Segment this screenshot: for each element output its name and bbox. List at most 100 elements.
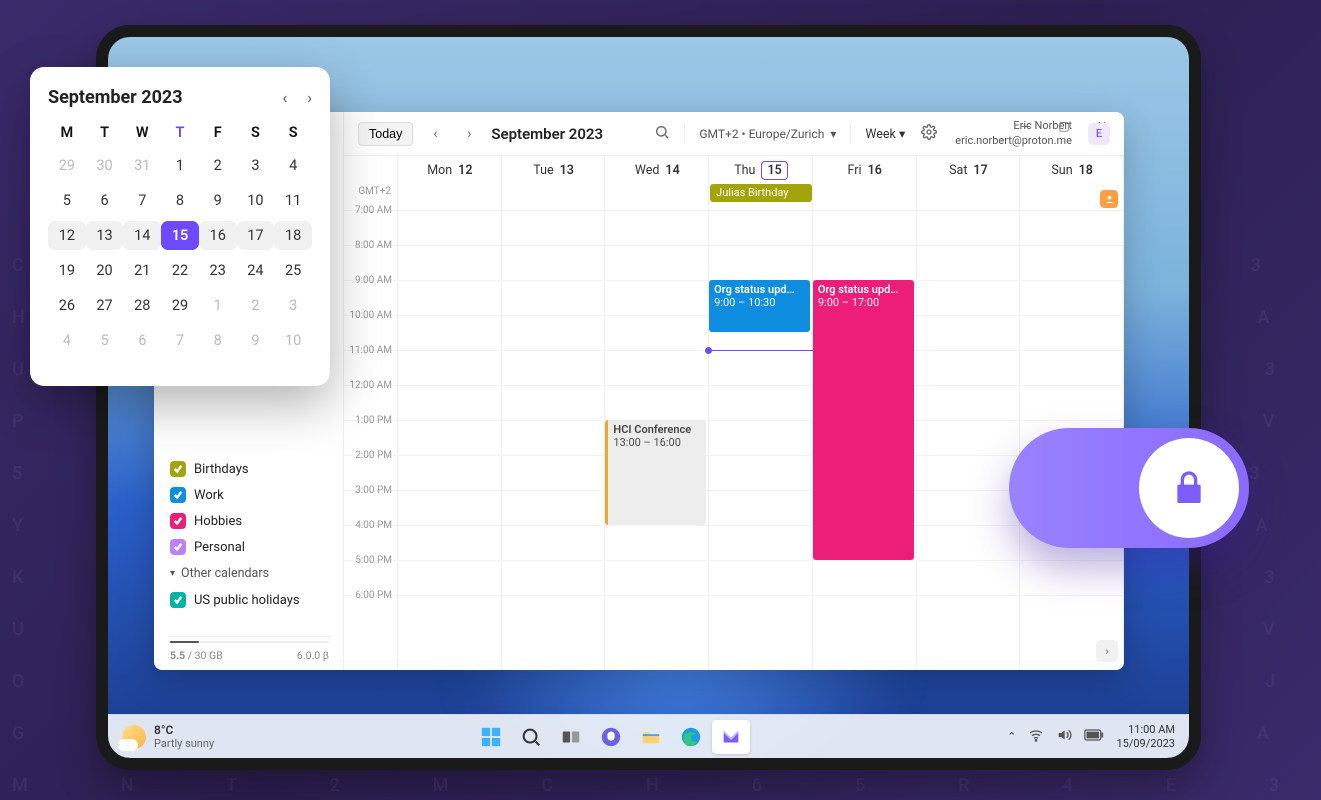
- taskbar-center: [472, 720, 750, 754]
- mini-cal-day[interactable]: 6: [86, 186, 124, 215]
- mini-cal-day[interactable]: 10: [237, 186, 275, 215]
- calendar-item-work[interactable]: Work: [168, 482, 331, 508]
- wifi-icon[interactable]: [1028, 727, 1044, 746]
- calendar-event[interactable]: Org status upd…9:00 – 10:30: [709, 280, 810, 332]
- day-header[interactable]: Thu 15: [709, 156, 813, 184]
- mini-cal-day[interactable]: 22: [161, 256, 199, 285]
- expand-sidepanel-button[interactable]: ›: [1096, 640, 1118, 662]
- mini-cal-day[interactable]: 4: [274, 151, 312, 180]
- checkbox-icon[interactable]: [170, 539, 186, 555]
- mini-cal-day[interactable]: 30: [86, 151, 124, 180]
- mini-cal-day[interactable]: 14: [123, 221, 161, 250]
- checkbox-icon[interactable]: [170, 461, 186, 477]
- privacy-lock-toggle[interactable]: [1009, 428, 1249, 548]
- mini-cal-day[interactable]: 8: [199, 326, 237, 355]
- mini-cal-day[interactable]: 3: [237, 151, 275, 180]
- chat-icon[interactable]: [592, 720, 630, 754]
- mini-cal-day[interactable]: 26: [48, 291, 86, 320]
- timezone-picker[interactable]: GMT+2 • Europe/Zurich ▾: [699, 127, 836, 141]
- weather-cond: Partly sunny: [154, 737, 214, 750]
- mini-cal-day[interactable]: 11: [274, 186, 312, 215]
- calendar-item-us-holidays[interactable]: US public holidays: [168, 587, 331, 613]
- mini-cal-day[interactable]: 19: [48, 256, 86, 285]
- mini-cal-day[interactable]: 5: [86, 326, 124, 355]
- mini-cal-day[interactable]: 17: [237, 221, 275, 250]
- user-info[interactable]: Eric Norbert eric.norbert@proton.me: [955, 119, 1072, 148]
- avatar[interactable]: E: [1088, 123, 1110, 145]
- calendar-event[interactable]: Org status upd…9:00 – 17:00: [813, 280, 914, 560]
- day-header[interactable]: Fri 16: [813, 156, 917, 184]
- volume-icon[interactable]: [1056, 727, 1072, 746]
- mini-cal-day[interactable]: 16: [199, 221, 237, 250]
- mini-cal-day[interactable]: 23: [199, 256, 237, 285]
- mini-cal-day[interactable]: 31: [123, 151, 161, 180]
- view-picker[interactable]: Week ▾: [865, 126, 905, 142]
- mini-cal-day[interactable]: 10: [274, 326, 312, 355]
- next-week-button[interactable]: ›: [457, 126, 481, 142]
- taskbar: 8°C Partly sunny ⌃ 11:00 AM: [108, 714, 1189, 758]
- mini-cal-prev[interactable]: ‹: [282, 88, 287, 107]
- mini-cal-day[interactable]: 3: [274, 291, 312, 320]
- calendar-item-birthdays[interactable]: Birthdays: [168, 456, 331, 482]
- mini-cal-next[interactable]: ›: [307, 88, 312, 107]
- gear-icon[interactable]: [921, 124, 937, 144]
- sidebar-group-other[interactable]: ▾ Other calendars: [170, 566, 329, 581]
- calendar-item-personal[interactable]: Personal: [168, 534, 331, 560]
- mini-cal-day[interactable]: 12: [48, 221, 86, 250]
- search-icon[interactable]: [512, 720, 550, 754]
- checkbox-icon[interactable]: [170, 592, 186, 608]
- start-icon[interactable]: [472, 720, 510, 754]
- mini-cal-day[interactable]: 7: [123, 186, 161, 215]
- hour-label: 5:00 PM: [344, 555, 398, 566]
- mini-cal-day[interactable]: 15: [161, 221, 199, 250]
- day-header[interactable]: Tue 13: [502, 156, 606, 184]
- tray-chevron-icon[interactable]: ⌃: [1007, 730, 1016, 743]
- explorer-icon[interactable]: [632, 720, 670, 754]
- calendar-item-hobbies[interactable]: Hobbies: [168, 508, 331, 534]
- mini-cal-day[interactable]: 9: [237, 326, 275, 355]
- checkbox-icon[interactable]: [170, 513, 186, 529]
- mini-cal-day[interactable]: 20: [86, 256, 124, 285]
- day-header[interactable]: Sun 18: [1020, 156, 1124, 184]
- mini-cal-day[interactable]: 24: [237, 256, 275, 285]
- today-button[interactable]: Today: [358, 122, 413, 146]
- mini-cal-day[interactable]: 28: [123, 291, 161, 320]
- taskbar-clock[interactable]: 11:00 AM 15/09/2023: [1116, 723, 1175, 751]
- mini-cal-day[interactable]: 9: [199, 186, 237, 215]
- mini-cal-day[interactable]: 2: [199, 151, 237, 180]
- mini-cal-day[interactable]: 6: [123, 326, 161, 355]
- mini-cal-day[interactable]: 29: [161, 291, 199, 320]
- battery-icon[interactable]: [1084, 729, 1104, 744]
- mini-cal-day[interactable]: 29: [48, 151, 86, 180]
- prev-week-button[interactable]: ‹: [423, 126, 447, 142]
- mini-cal-day[interactable]: 8: [161, 186, 199, 215]
- search-icon[interactable]: [654, 124, 670, 144]
- mini-cal-day[interactable]: 7: [161, 326, 199, 355]
- allday-event[interactable]: Julias Birthday: [710, 184, 812, 202]
- mini-cal-day[interactable]: 13: [86, 221, 124, 250]
- gutter-tz-label: GMT+2: [344, 156, 397, 197]
- edge-icon[interactable]: [672, 720, 710, 754]
- mini-cal-day[interactable]: 25: [274, 256, 312, 285]
- day-header[interactable]: Sat 17: [917, 156, 1021, 184]
- day-header[interactable]: Wed 14: [605, 156, 709, 184]
- task-view-icon[interactable]: [552, 720, 590, 754]
- mini-cal-day[interactable]: 1: [199, 291, 237, 320]
- hour-label: 6:00 PM: [344, 590, 398, 601]
- mini-cal-day[interactable]: 21: [123, 256, 161, 285]
- mini-cal-day[interactable]: 1: [161, 151, 199, 180]
- hour-label: 3:00 PM: [344, 485, 398, 496]
- mini-cal-day[interactable]: 18: [274, 221, 312, 250]
- weather-temp: 8°C: [154, 723, 214, 737]
- calendar-event[interactable]: HCI Conference13:00 – 16:00: [605, 420, 706, 525]
- user-name: Eric Norbert: [955, 119, 1072, 133]
- checkbox-icon[interactable]: [170, 487, 186, 503]
- mini-cal-day[interactable]: 27: [86, 291, 124, 320]
- mini-cal-day[interactable]: 2: [237, 291, 275, 320]
- taskbar-weather[interactable]: 8°C Partly sunny: [122, 723, 214, 750]
- day-header[interactable]: Mon 12: [398, 156, 502, 184]
- proton-calendar-icon[interactable]: [712, 720, 750, 754]
- mini-cal-day[interactable]: 5: [48, 186, 86, 215]
- people-icon[interactable]: [1100, 190, 1118, 208]
- mini-cal-day[interactable]: 4: [48, 326, 86, 355]
